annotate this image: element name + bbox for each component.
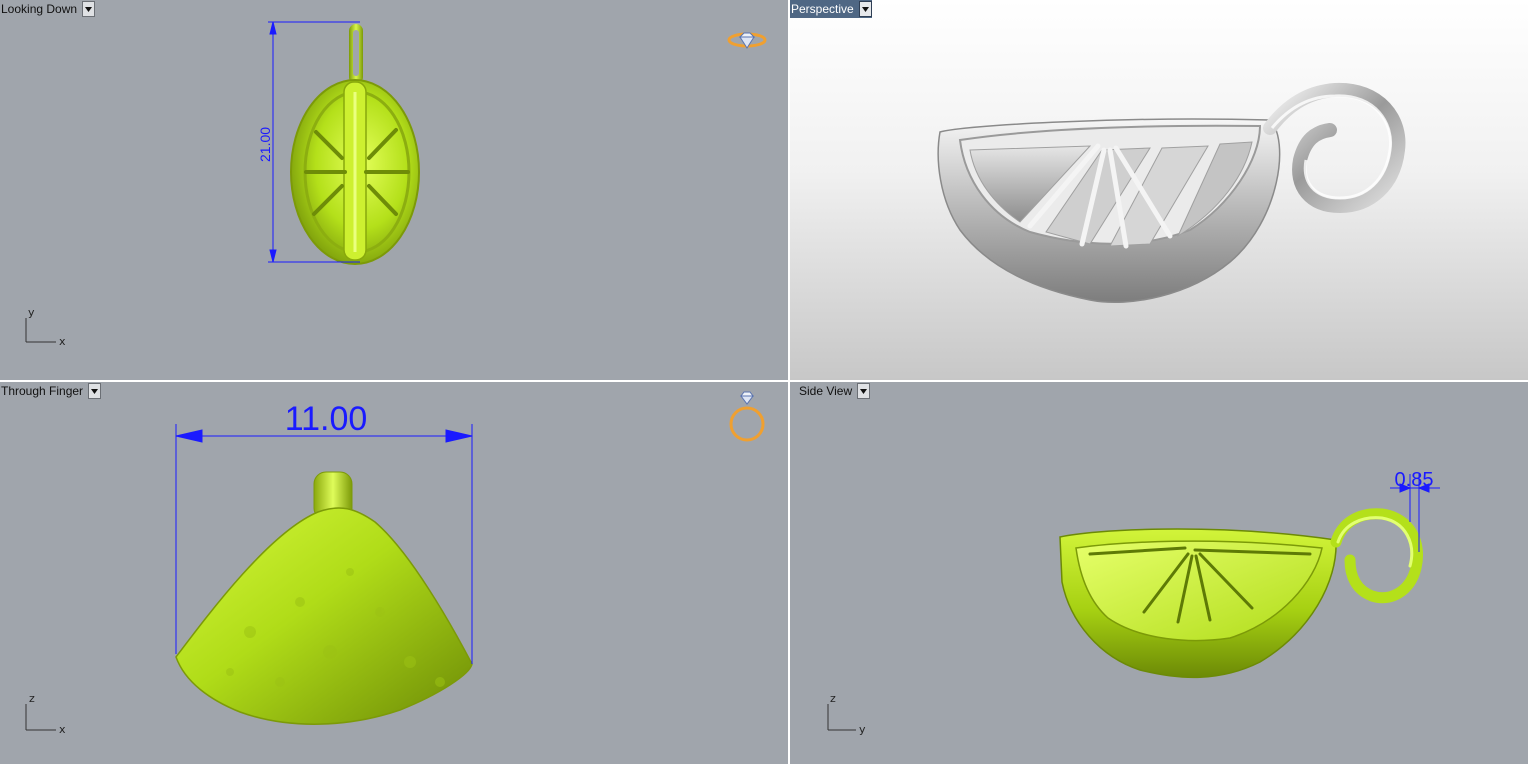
- triangle-down-icon[interactable]: [858, 1, 872, 17]
- axis-label-horizontal: x: [59, 335, 66, 348]
- lime-pendant-top-view: [290, 79, 420, 265]
- gem-ring-top-icon[interactable]: [727, 32, 767, 49]
- axis-indicator-top: y x: [25, 306, 66, 348]
- axis-label-vertical: z: [29, 692, 35, 705]
- viewport-title-text: Through Finger: [1, 384, 84, 398]
- triangle-down-icon[interactable]: [88, 383, 102, 399]
- triangle-down-icon[interactable]: [857, 383, 871, 399]
- side-view-scene: 0.85 z y: [827, 469, 1440, 736]
- ring-front-icon[interactable]: [729, 391, 765, 442]
- viewport-title-looking-down[interactable]: Looking Down: [0, 0, 96, 18]
- viewport-title-side-view[interactable]: Side View: [790, 382, 871, 400]
- through-finger-scene: 11.00 z x: [25, 391, 765, 736]
- perspective-scene: [937, 82, 1406, 303]
- pendant-bail-top: [349, 24, 363, 84]
- dimension-height-value: 21.00: [257, 127, 273, 162]
- looking-down-scene: 21.00 y x: [25, 21, 767, 348]
- viewport-title-perspective[interactable]: Perspective: [790, 0, 872, 18]
- viewport-looking-down[interactable]: 21.00 y x Looking Down: [0, 0, 788, 380]
- viewport-title-text: Perspective: [791, 2, 854, 16]
- lime-pendant-perspective: [937, 82, 1406, 303]
- triangle-down-icon[interactable]: [82, 1, 96, 17]
- dimension-wire-thickness-value: 0.85: [1395, 469, 1434, 491]
- axis-label-horizontal: y: [859, 723, 866, 736]
- lime-pendant-side-view: [1059, 508, 1423, 679]
- viewport-title-text: Side View: [799, 384, 853, 398]
- axis-label-vertical: z: [830, 692, 836, 705]
- rhino-four-viewport-workspace: 21.00 y x Looking Down Perspective 11.00…: [0, 0, 1528, 764]
- viewport-through-finger[interactable]: 11.00 z x Through Finger: [0, 382, 788, 764]
- axis-label-horizontal: x: [59, 723, 66, 736]
- viewport-perspective[interactable]: Perspective: [790, 0, 1528, 380]
- viewport-title-through-finger[interactable]: Through Finger: [0, 382, 102, 400]
- axis-label-vertical: y: [28, 306, 35, 319]
- axis-indicator-front: z x: [25, 692, 66, 736]
- lime-pendant-front-view: [175, 471, 473, 725]
- viewport-title-text: Looking Down: [1, 2, 78, 16]
- viewport-side-view[interactable]: 0.85 z y Side View: [790, 382, 1528, 764]
- axis-indicator-side: z y: [827, 692, 866, 736]
- dimension-width-value: 11.00: [285, 400, 368, 438]
